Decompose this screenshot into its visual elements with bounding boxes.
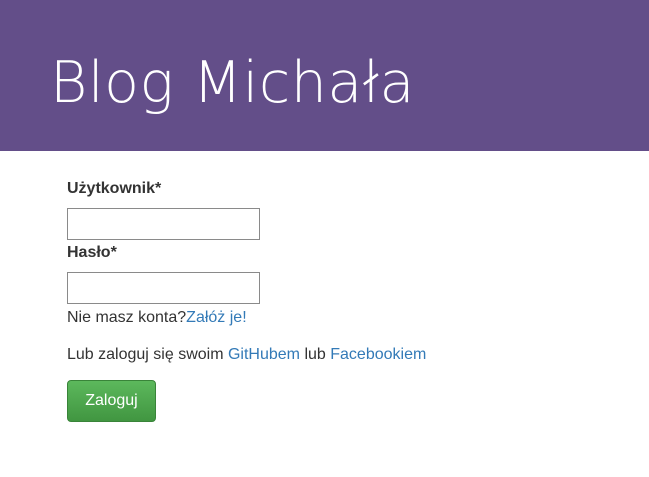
username-label: Użytkownik*: [67, 180, 162, 197]
login-button[interactable]: Zaloguj: [67, 380, 156, 422]
social-prefix-text: Lub zaloguj się swoim: [67, 346, 228, 363]
site-title[interactable]: Blog Michała: [50, 50, 415, 116]
register-link[interactable]: Załóż je!: [186, 309, 246, 326]
password-input[interactable]: [67, 272, 260, 304]
facebook-login-link[interactable]: Facebookiem: [330, 346, 426, 363]
github-login-link[interactable]: GitHubem: [228, 346, 300, 363]
no-account-text: Nie masz konta?: [67, 309, 187, 326]
social-login-prompt: Lub zaloguj się swoim GitHubem lub Faceb…: [67, 345, 426, 365]
username-input[interactable]: [67, 208, 260, 240]
register-prompt: Nie masz konta?Załóż je!: [67, 308, 247, 328]
site-header: Blog Michała: [0, 0, 649, 151]
social-middle-text: lub: [300, 346, 331, 363]
password-label: Hasło*: [67, 244, 117, 261]
